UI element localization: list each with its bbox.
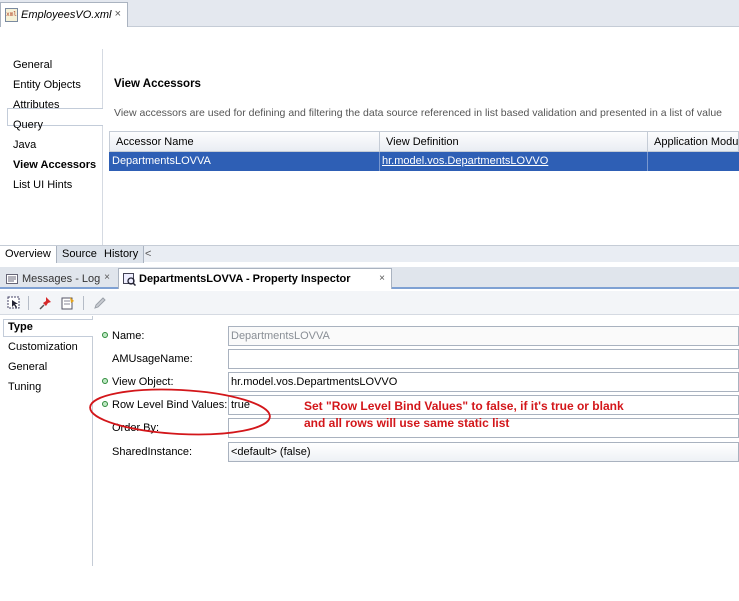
tab-source[interactable]: Source	[57, 246, 103, 263]
file-tab-employeesvo[interactable]: xml EmployeesVO.xml ×	[0, 2, 128, 27]
messages-log-icon	[6, 273, 18, 285]
close-icon[interactable]: ×	[115, 8, 121, 20]
cell-accessor-name[interactable]: DepartmentsLOVVA	[109, 152, 380, 171]
tab-property-inspector[interactable]: DepartmentsLOVVA - Property Inspector ×	[118, 268, 392, 289]
nav-item-java[interactable]: Java	[13, 139, 36, 151]
required-indicator-icon	[102, 401, 108, 407]
pencil-icon[interactable]	[92, 295, 108, 311]
toolbar-divider	[28, 296, 29, 310]
inspector-tab-bar: Messages - Log × DepartmentsLOVVA - Prop…	[0, 267, 739, 289]
name-field: DepartmentsLOVVA	[228, 326, 739, 346]
tab-overview[interactable]: Overview	[0, 246, 57, 263]
inspector-nav-customization[interactable]: Customization	[8, 341, 78, 353]
close-icon[interactable]: ×	[104, 272, 110, 283]
label-view-object: View Object:	[112, 376, 174, 388]
nav-item-list-ui-hints[interactable]: List UI Hints	[13, 179, 72, 191]
inspector-toolbar	[0, 291, 739, 315]
nav-item-general[interactable]: General	[13, 59, 52, 71]
inspector-nav-general[interactable]: General	[8, 361, 47, 373]
cell-view-definition-link[interactable]: hr.model.vos.DepartmentsLOVVO	[380, 152, 648, 171]
file-tab-label: EmployeesVO.xml	[21, 9, 112, 21]
table-row[interactable]: DepartmentsLOVVA hr.model.vos.Department…	[109, 152, 739, 171]
nav-item-entity-objects[interactable]: Entity Objects	[13, 79, 81, 91]
toolbar-divider	[83, 296, 84, 310]
pin-icon[interactable]	[38, 295, 54, 311]
nav-item-query[interactable]: Query	[13, 119, 43, 131]
editor-tab-bar: xml EmployeesVO.xml ×	[0, 0, 739, 27]
tab-label: Messages - Log	[22, 272, 101, 285]
label-shared-instance: SharedInstance:	[112, 446, 193, 458]
scroll-left-icon[interactable]: <	[145, 246, 151, 262]
property-inspector-icon	[123, 273, 137, 287]
page-title: View Accessors	[114, 78, 201, 90]
column-header-accessor-name[interactable]: Accessor Name	[109, 131, 380, 152]
nav-item-view-accessors[interactable]: View Accessors	[13, 159, 96, 171]
shared-instance-select[interactable]: <default> (false)	[228, 442, 739, 462]
inspector-side-nav	[0, 316, 93, 566]
amusagename-field[interactable]	[228, 349, 739, 369]
inspector-nav-tuning[interactable]: Tuning	[8, 381, 41, 393]
xml-file-icon: xml	[5, 8, 18, 22]
label-name: Name:	[112, 330, 145, 342]
cell-application-module[interactable]	[648, 152, 739, 171]
tab-messages-log[interactable]: Messages - Log ×	[2, 268, 116, 289]
editor-bottom-tabs: Overview Source History <	[0, 245, 739, 263]
select-icon[interactable]	[6, 295, 22, 311]
column-header-view-definition[interactable]: View Definition	[380, 131, 648, 152]
view-object-field[interactable]: hr.model.vos.DepartmentsLOVVO	[228, 372, 739, 392]
required-indicator-icon	[102, 378, 108, 384]
tab-history[interactable]: History	[99, 246, 145, 263]
annotation-note: Set "Row Level Bind Values" to false, if…	[304, 399, 624, 430]
required-indicator-icon	[102, 332, 108, 338]
label-amusagename: AMUsageName:	[112, 353, 193, 365]
edit-properties-icon[interactable]	[60, 295, 76, 311]
close-icon[interactable]: ×	[379, 273, 385, 284]
column-header-application-module[interactable]: Application Module	[648, 131, 739, 152]
section-description: View accessors are used for defining and…	[114, 107, 723, 119]
inspector-nav-type[interactable]: Type	[8, 321, 33, 333]
label-order-by: Order By:	[112, 422, 160, 434]
label-row-level-bind-values: Row Level Bind Values:	[112, 399, 228, 411]
nav-item-attributes[interactable]: Attributes	[13, 99, 59, 111]
tab-label: DepartmentsLOVVA - Property Inspector	[139, 273, 351, 285]
